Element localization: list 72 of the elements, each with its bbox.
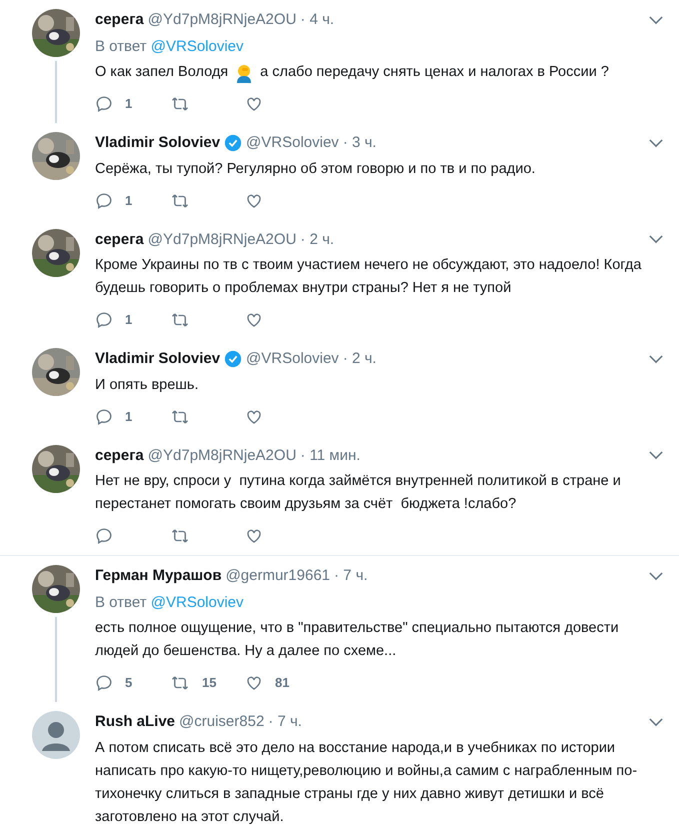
like-button-count: 81: [275, 674, 290, 692]
tweet-text: О как запел Володя: [95, 63, 228, 82]
reply-button-count: 1: [125, 311, 132, 330]
reply-button[interactable]: 5: [95, 673, 170, 693]
reply-label: В ответ: [95, 38, 147, 54]
heart-icon: [245, 95, 263, 113]
user-handle[interactable]: @Yd7pM8jRNjeA2OU: [148, 444, 296, 467]
reply-icon: [95, 95, 113, 113]
heart-icon: [245, 527, 263, 545]
user-handle[interactable]: @VRSoloviev: [246, 132, 339, 154]
retweet-icon: [170, 311, 190, 329]
reply-button[interactable]: 1: [95, 310, 170, 330]
retweet-button-count: 15: [202, 674, 216, 692]
user-handle[interactable]: @germur19661: [226, 565, 330, 588]
tweet-text: есть полное ощущение, что в "правительстве" специально пытаются довести людей до бешенства. Ну а далее по схеме...: [95, 619, 620, 661]
tweet-time[interactable]: · 7 ч.: [334, 565, 368, 588]
tweet-time[interactable]: · 2 ч.: [342, 348, 376, 370]
tweet-time[interactable]: · 3 ч.: [342, 132, 376, 154]
retweet-icon: [170, 192, 190, 210]
reply-icon: [95, 408, 113, 426]
reply-button-count: 1: [125, 95, 132, 114]
retweet-icon: [170, 95, 190, 113]
chevron-down-icon[interactable]: [649, 138, 663, 148]
reply-mention-link[interactable]: @VRSoloviev: [150, 594, 244, 610]
tweet-time[interactable]: · 11 мин.: [300, 444, 360, 467]
reply-icon: [95, 192, 113, 210]
tweet-text: а слабо передачу снять ценах и налогах в России ?: [260, 63, 609, 82]
user-name[interactable]: Герман Мурашов: [95, 565, 222, 588]
reply-button-count: 1: [125, 192, 132, 210]
retweet-icon: [170, 408, 190, 426]
user-handle[interactable]: @Yd7pM8jRNjeA2OU: [148, 9, 296, 32]
user-name[interactable]: серега: [95, 228, 144, 251]
reply-button-count: 1: [125, 408, 132, 426]
chevron-down-icon[interactable]: [649, 572, 663, 581]
user-handle[interactable]: @VRSoloviev: [246, 348, 339, 370]
user-name[interactable]: Vladimir Soloviev: [95, 348, 220, 370]
reply-mention-link[interactable]: @VRSoloviev: [150, 38, 244, 54]
reply-button[interactable]: 1: [95, 94, 170, 114]
tweet-time[interactable]: · 4 ч.: [300, 9, 334, 32]
chevron-down-icon[interactable]: [649, 451, 663, 460]
reply-icon: [95, 527, 113, 545]
tweet-text: Серёжа, ты тупой? Регулярно об этом говорю и по тв и по радио.: [95, 160, 536, 178]
user-handle[interactable]: @cruiser852: [179, 711, 264, 734]
chevron-down-icon[interactable]: [649, 354, 663, 364]
heart-icon: [245, 408, 263, 426]
tweet-text: Нет не вру, спроси у путина когда займётся внутренней политикой в стране и перестанет помогать своим друзьям за счёт бюджета !слабо?: [95, 472, 622, 514]
tweet-time[interactable]: · 2 ч.: [300, 228, 334, 251]
user-name[interactable]: серега: [95, 444, 144, 467]
user-name[interactable]: серега: [95, 9, 144, 32]
reply-icon: [95, 674, 113, 692]
chevron-down-icon[interactable]: [649, 16, 663, 25]
reply-button-count: 5: [125, 674, 132, 692]
user-name[interactable]: Vladimir Soloviev: [95, 132, 220, 154]
reply-icon: [95, 311, 113, 329]
retweet-button[interactable]: 15: [170, 673, 245, 693]
reply-button[interactable]: 1: [95, 190, 170, 210]
tweet-text: А потом списать всё это дело на восстание народа,и в учебниках по истории написать про какую-то нищету,революцию и войны,а самим с награбленным по-тихонечку слиться в западные страны где у них давно живут детишки и всё заготовлено на этот случай.: [95, 738, 638, 826]
tweet-time[interactable]: · 7 ч.: [268, 711, 302, 734]
heart-icon: [245, 674, 263, 692]
retweet-icon: [170, 674, 190, 692]
tweet-text: Кроме Украины по тв с твоим участием нечего не обсуждают, это надоело! Когда будешь говорить о проблемах внутри страны? Нет я не тупой: [95, 256, 642, 298]
reply-label: В ответ: [95, 594, 147, 610]
chevron-down-icon[interactable]: [649, 235, 663, 244]
retweet-icon: [170, 527, 190, 545]
reply-button[interactable]: 1: [95, 406, 170, 426]
heart-icon: [245, 311, 263, 329]
chevron-down-icon[interactable]: [649, 718, 663, 727]
user-handle[interactable]: @Yd7pM8jRNjeA2OU: [148, 228, 296, 251]
like-button[interactable]: 81: [245, 673, 320, 693]
heart-icon: [245, 192, 263, 210]
tweet-text: И опять врешь.: [95, 376, 198, 394]
user-name[interactable]: Rush aLive: [95, 711, 176, 734]
